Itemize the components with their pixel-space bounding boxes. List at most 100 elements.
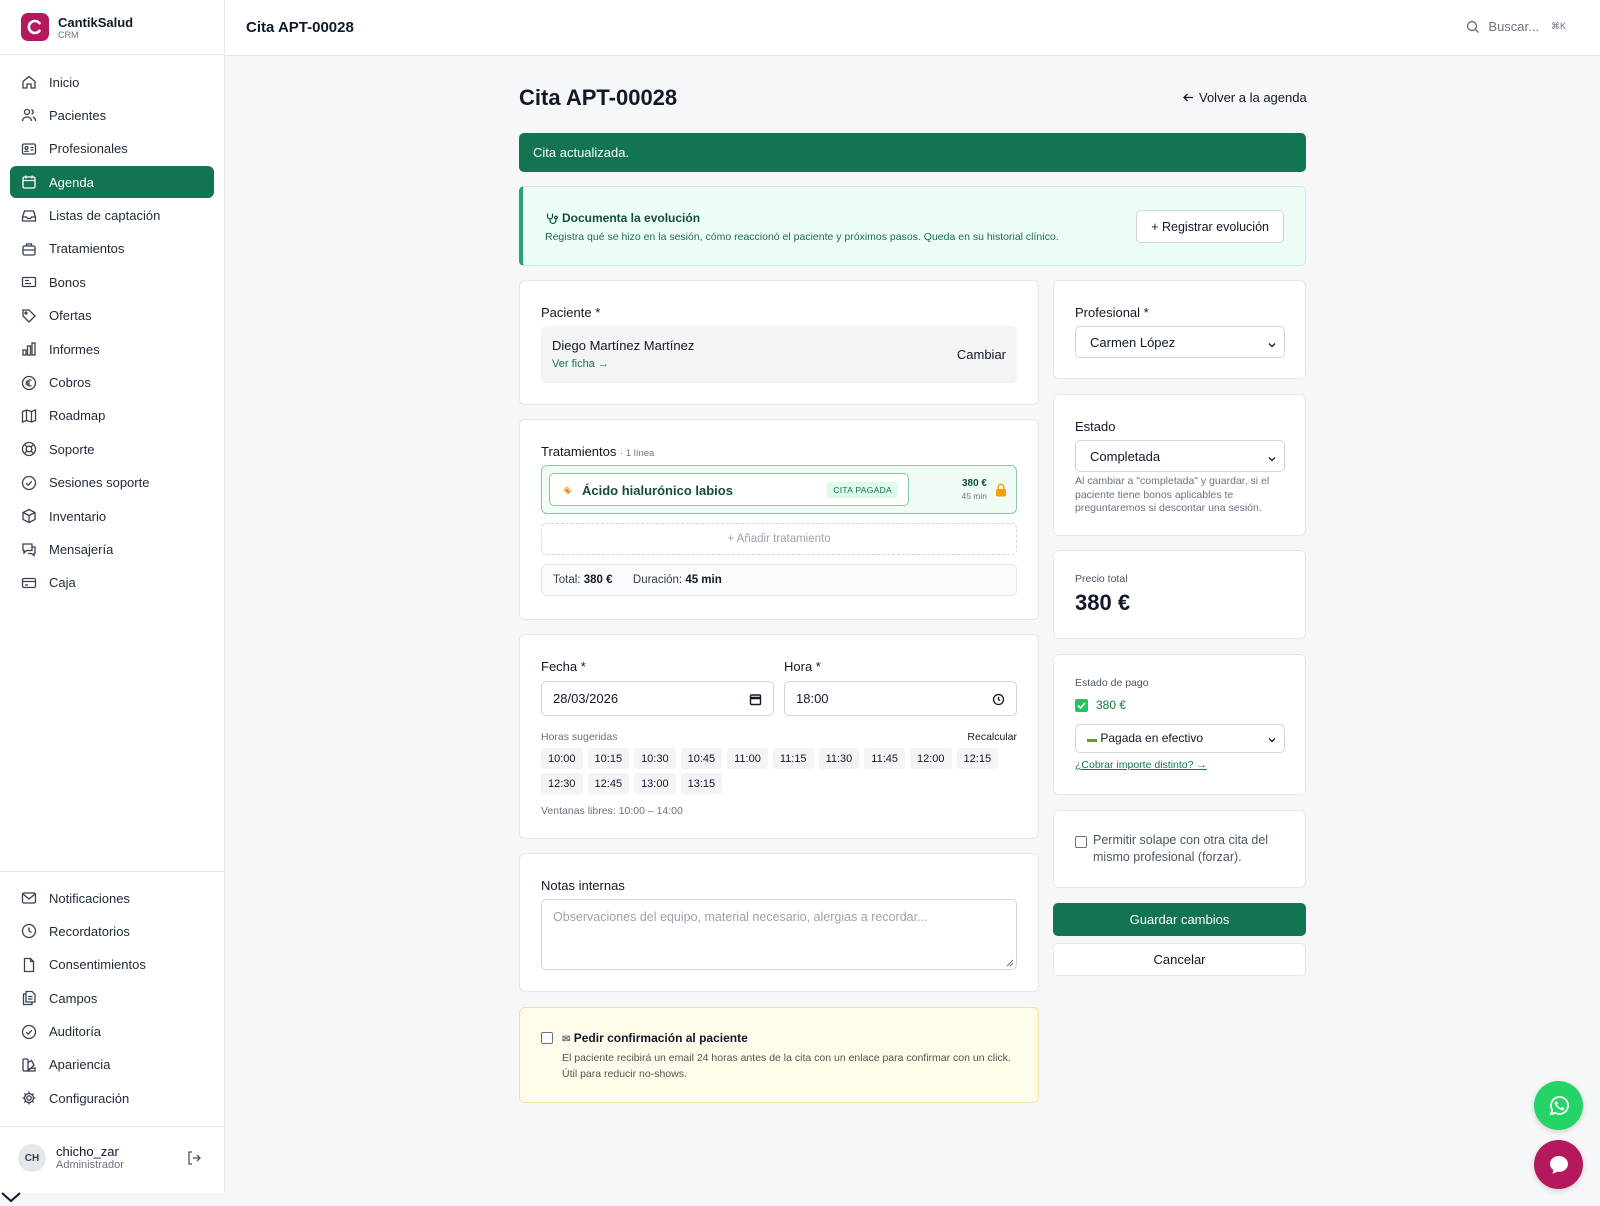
- sidebar-item-label: Agenda: [49, 174, 94, 190]
- register-evolution-button[interactable]: + Registrar evolución: [1136, 210, 1284, 243]
- date-label: Fecha *: [541, 659, 586, 674]
- sidebar-item-configuracion[interactable]: Configuración: [10, 1082, 214, 1114]
- resize-handle-icon[interactable]: [1006, 959, 1014, 967]
- sidebar-item-inicio[interactable]: Inicio: [10, 66, 214, 98]
- treatments-count: · 1 línea: [620, 448, 655, 459]
- banknote-icon: ▬: [1087, 734, 1097, 745]
- sidebar-item-sesiones-soporte[interactable]: Sesiones soporte: [10, 467, 214, 499]
- treatments-title: Tratamientos: [541, 444, 617, 459]
- time-slot[interactable]: 12:15: [956, 748, 999, 769]
- sidebar-item-mensajeria[interactable]: Mensajería: [10, 533, 214, 565]
- treatments-card: Tratamientos · 1 línea Ácido hialurónico…: [519, 419, 1039, 620]
- sidebar-item-inventario[interactable]: Inventario: [10, 500, 214, 532]
- search-input[interactable]: Buscar... ⌘K: [1466, 19, 1566, 34]
- brand[interactable]: CantikSalud CRM: [0, 0, 224, 55]
- treatment-item[interactable]: Ácido hialurónico labios CITA PAGADA: [549, 473, 909, 506]
- brand-logo-icon: [21, 13, 49, 41]
- overlap-checkbox[interactable]: [1075, 836, 1087, 848]
- time-slot[interactable]: 11:45: [864, 748, 905, 769]
- page-title: Cita APT-00028: [519, 85, 678, 110]
- whatsapp-button[interactable]: [1534, 1081, 1583, 1130]
- time-input[interactable]: 18:00: [784, 681, 1017, 716]
- euro-icon: [21, 375, 37, 390]
- payment-method-value: Pagada en efectivo: [1100, 731, 1204, 745]
- date-input[interactable]: 28/03/2026: [541, 681, 774, 716]
- sidebar-item-soporte[interactable]: Soporte: [10, 433, 214, 465]
- clock-icon: [992, 693, 1005, 706]
- time-slot[interactable]: 10:30: [634, 748, 676, 769]
- sidebar-item-listas-captacion[interactable]: Listas de captación: [10, 200, 214, 232]
- time-slot[interactable]: 10:15: [587, 748, 630, 769]
- view-patient-link[interactable]: Ver ficha →: [552, 358, 609, 370]
- recalculate-button[interactable]: Recalcular: [967, 731, 1017, 743]
- time-slot[interactable]: 13:00: [634, 773, 676, 794]
- sidebar-divider: [0, 871, 224, 872]
- charge-different-amount-link[interactable]: ¿Cobrar importe distinto? →: [1075, 759, 1207, 771]
- payment-method-select[interactable]: ▬ Pagada en efectivo: [1075, 724, 1285, 753]
- change-patient-button[interactable]: Cambiar: [957, 347, 1006, 362]
- cancel-button[interactable]: Cancelar: [1053, 943, 1306, 976]
- sidebar-item-apariencia[interactable]: Apariencia: [10, 1049, 214, 1081]
- treatment-line: Ácido hialurónico labios CITA PAGADA 380…: [541, 465, 1017, 514]
- sidebar-item-bonos[interactable]: Bonos: [10, 266, 214, 298]
- sidebar-item-informes[interactable]: Informes: [10, 333, 214, 365]
- sidebar-nav-settings: Notificaciones Recordatorios Consentimie…: [10, 882, 214, 1116]
- calendar-icon: [749, 694, 762, 706]
- add-treatment-button[interactable]: + Añadir tratamiento: [541, 523, 1017, 555]
- sidebar-item-notificaciones[interactable]: Notificaciones: [10, 882, 214, 914]
- sidebar-item-label: Pacientes: [49, 107, 107, 123]
- notes-textarea[interactable]: Observaciones del equipo, material neces…: [541, 899, 1017, 970]
- sidebar-item-cobros[interactable]: Cobros: [10, 367, 214, 399]
- lock-icon: [996, 483, 1006, 497]
- professional-select[interactable]: Carmen López: [1075, 326, 1285, 358]
- success-alert: Cita actualizada.: [519, 133, 1306, 172]
- sidebar-item-ofertas[interactable]: Ofertas: [10, 300, 214, 332]
- sidebar-item-consentimientos[interactable]: Consentimientos: [10, 949, 214, 981]
- sidebar-item-agenda[interactable]: Agenda: [10, 166, 214, 199]
- search-placeholder: Buscar...: [1488, 19, 1539, 34]
- time-slot[interactable]: 10:00: [541, 748, 583, 769]
- sidebar-item-campos[interactable]: Campos: [10, 982, 214, 1014]
- sidebar-item-tratamientos[interactable]: Tratamientos: [10, 233, 214, 265]
- confirmation-title: ✉ Pedir confirmación al paciente: [562, 1031, 748, 1045]
- time-slot[interactable]: 12:45: [587, 773, 630, 794]
- time-slot[interactable]: 11:30: [818, 748, 860, 769]
- time-slot[interactable]: 13:15: [680, 773, 723, 794]
- status-select[interactable]: Completada: [1075, 440, 1285, 472]
- map-icon: [21, 408, 37, 423]
- time-slot[interactable]: 12:30: [541, 773, 583, 794]
- save-button[interactable]: Guardar cambios: [1053, 903, 1306, 936]
- confirmation-box: ✉ Pedir confirmación al paciente El paci…: [519, 1007, 1039, 1103]
- back-to-agenda-link[interactable]: Volver a la agenda: [1182, 90, 1307, 105]
- confirmation-title-text: Pedir confirmación al paciente: [573, 1031, 748, 1045]
- search-icon: [1467, 20, 1480, 33]
- sidebar-item-roadmap[interactable]: Roadmap: [10, 400, 214, 432]
- check-circle-icon: [21, 475, 37, 490]
- chat-button[interactable]: [1534, 1140, 1583, 1189]
- confirmation-checkbox[interactable]: [541, 1032, 553, 1044]
- user-name: chicho_zar: [56, 1144, 119, 1159]
- treatments-label: Tratamientos · 1 línea: [541, 444, 654, 459]
- inbox-icon: [21, 209, 37, 222]
- chevron-down-icon: [1268, 457, 1276, 462]
- status-label: Estado: [1075, 419, 1116, 434]
- sidebar-item-auditoria[interactable]: Auditoría: [10, 1016, 214, 1048]
- sidebar-item-pacientes[interactable]: Pacientes: [10, 99, 214, 131]
- time-slot[interactable]: 10:45: [680, 748, 723, 769]
- confirmation-description: El paciente recibirá un email 24 horas a…: [562, 1052, 1011, 1080]
- mail-icon: [21, 892, 37, 904]
- search-shortcut: ⌘K: [1550, 21, 1566, 31]
- sidebar-item-label: Informes: [49, 341, 100, 357]
- sidebar-item-label: Notificaciones: [49, 890, 130, 906]
- chevron-down-icon[interactable]: [0, 1190, 22, 1204]
- lifebuoy-icon: [21, 442, 37, 457]
- time-slot[interactable]: 11:15: [772, 748, 814, 769]
- time-slot[interactable]: 11:00: [727, 748, 768, 769]
- message-icon: [22, 543, 36, 558]
- brand-name: CantikSalud: [58, 14, 134, 30]
- sidebar-item-recordatorios[interactable]: Recordatorios: [10, 915, 214, 947]
- sidebar-item-caja[interactable]: Caja: [10, 567, 214, 599]
- time-slot[interactable]: 12:00: [910, 748, 952, 769]
- logout-icon[interactable]: [186, 1150, 202, 1166]
- sidebar-item-profesionales[interactable]: Profesionales: [10, 133, 214, 165]
